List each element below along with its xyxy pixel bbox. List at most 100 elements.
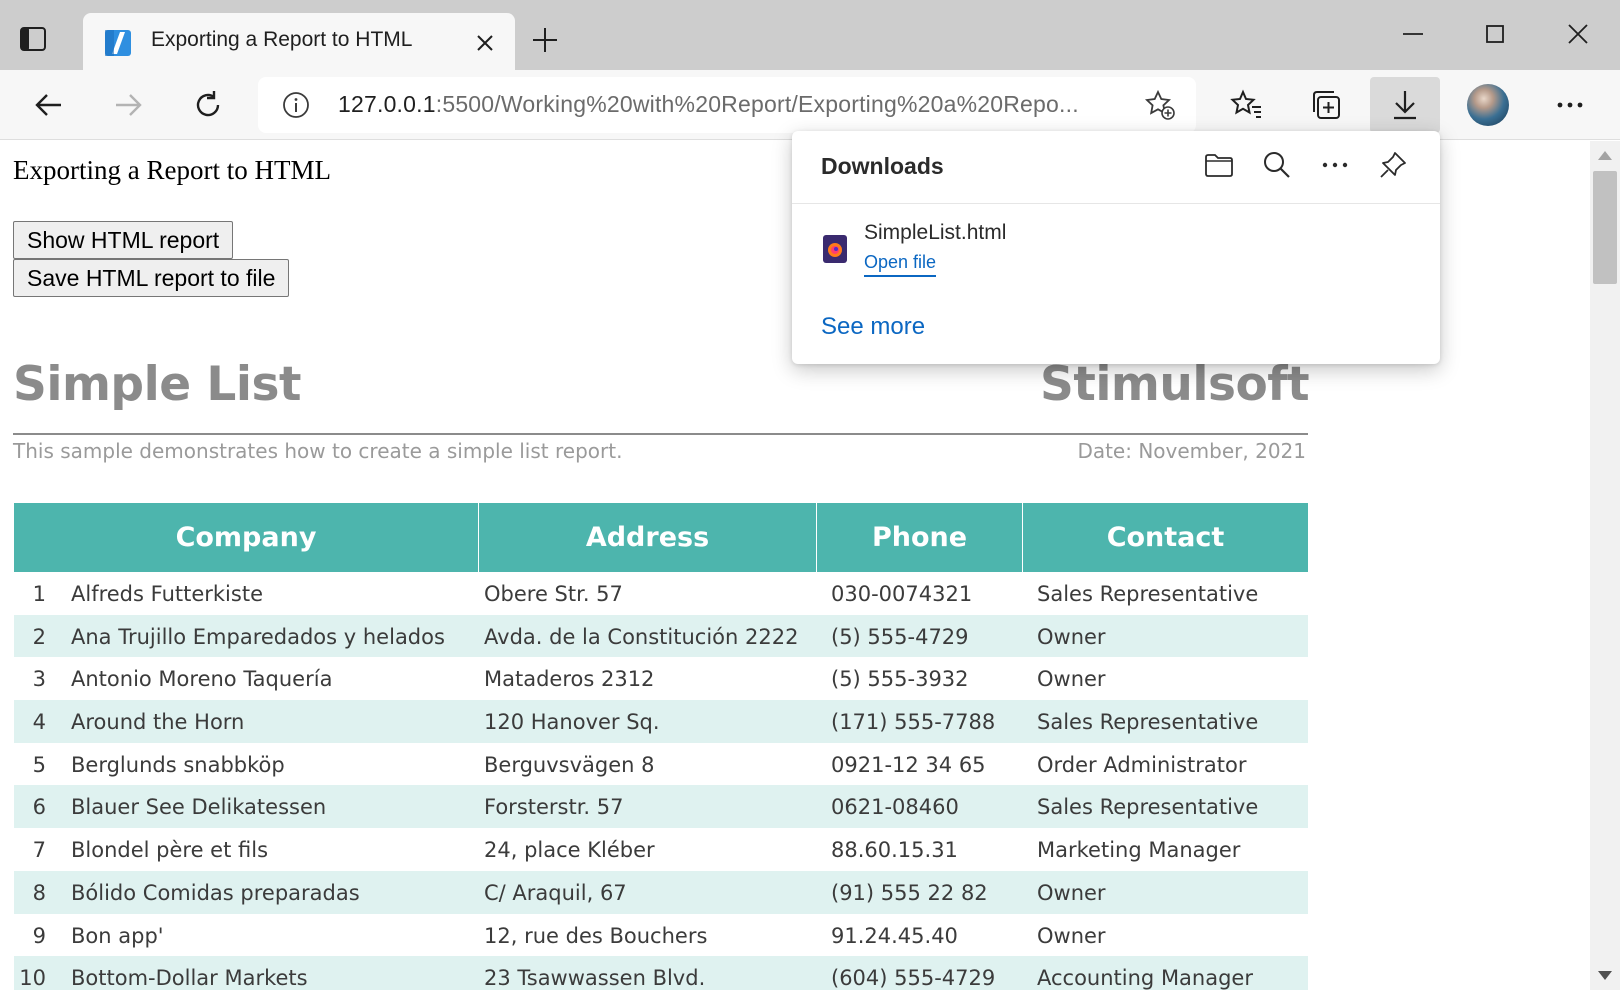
new-tab-icon[interactable] (530, 25, 560, 55)
company-cell: Alfreds Futterkiste (71, 582, 263, 606)
row-number: 5 (32, 752, 46, 777)
address-cell: 23 Tsawwassen Blvd. (484, 966, 706, 990)
column-header-company: Company (175, 522, 317, 553)
more-options-icon[interactable] (1319, 149, 1351, 181)
company-cell: Ana Trujillo Emparedados y helados (71, 624, 445, 649)
tab-title: Exporting a Report to HTML (151, 28, 413, 51)
contact-cell: Owner (1037, 923, 1106, 948)
address-cell: Avda. de la Constitución 2222 (484, 624, 799, 649)
refresh-icon[interactable] (191, 88, 225, 122)
open-folder-icon[interactable] (1203, 149, 1235, 181)
see-more-link[interactable]: See more (821, 313, 925, 341)
address-cell: 12, rue des Bouchers (484, 923, 708, 948)
more-options-icon[interactable] (1553, 88, 1587, 122)
table-row: 8 Bólido Comidas preparadas C/ Araquil, … (14, 870, 1308, 914)
phone-cell: (171) 555-7788 (831, 710, 996, 735)
company-cell: Bólido Comidas preparadas (71, 880, 360, 905)
row-number: 9 (32, 923, 46, 948)
download-file-name[interactable]: SimpleList.html (864, 221, 1006, 245)
report-brand: Stimulsoft (1040, 357, 1310, 412)
add-favorite-icon[interactable] (1144, 89, 1176, 121)
forward-icon[interactable] (111, 88, 145, 122)
report-date: Date: November, 2021 (1077, 439, 1306, 463)
column-header-phone: Phone (871, 522, 968, 553)
contact-cell: Sales Representative (1037, 582, 1259, 606)
search-icon[interactable] (1261, 149, 1293, 181)
collections-icon[interactable] (1309, 88, 1343, 122)
address-cell: Forsterstr. 57 (484, 795, 624, 820)
address-cell: Obere Str. 57 (484, 582, 623, 606)
contact-cell: Marketing Manager (1037, 838, 1241, 863)
close-window-icon[interactable] (1564, 20, 1592, 48)
open-file-link[interactable]: Open file (864, 252, 937, 277)
company-cell: Around the Horn (71, 710, 245, 735)
favorites-icon[interactable] (1230, 88, 1264, 122)
table-row: 6 Blauer See Delikatessen Forsterstr. 57… (14, 785, 1308, 829)
phone-cell: 91.24.45.40 (831, 923, 958, 948)
url-path: :5500/Working%20with%20Report/Exporting%… (435, 91, 1079, 117)
phone-cell: (604) 555-4729 (831, 966, 996, 990)
table-row: 5 Berglunds snabbköp Berguvsvägen 8 0921… (14, 743, 1308, 786)
contact-cell: Owner (1037, 667, 1106, 692)
table-header: Company Address Phone Contact (14, 503, 1308, 572)
downloads-flyout: Downloads SimpleList.html Open file See … (792, 131, 1440, 364)
table-row: 7 Blondel père et fils 24, place Kléber … (14, 828, 1308, 871)
scrollbar-thumb[interactable] (1593, 171, 1617, 284)
tab-actions-icon[interactable] (18, 24, 48, 54)
phone-cell: 0621-08460 (831, 795, 959, 820)
row-number: 3 (32, 667, 46, 692)
phone-cell: 0921-12 34 65 (831, 752, 986, 777)
contact-cell: Sales Representative (1037, 710, 1259, 735)
page-heading: Exporting a Report to HTML (13, 155, 331, 185)
address-bar[interactable]: 127.0.0.1:5500/Working%20with%20Report/E… (258, 77, 1196, 133)
contact-cell: Owner (1037, 880, 1106, 905)
company-cell: Blondel père et fils (71, 838, 269, 863)
browser-toolbar: 127.0.0.1:5500/Working%20with%20Report/E… (0, 70, 1620, 140)
address-cell: C/ Araquil, 67 (484, 880, 627, 905)
scroll-down-arrow-icon[interactable] (1598, 971, 1612, 980)
minimize-icon[interactable] (1399, 20, 1427, 48)
pin-icon[interactable] (1377, 149, 1409, 181)
url-text[interactable]: 127.0.0.1:5500/Working%20with%20Report/E… (338, 91, 1079, 118)
scroll-up-arrow-icon[interactable] (1598, 151, 1612, 160)
report-table: Company Address Phone Contact 1 Alfreds … (14, 503, 1308, 990)
close-tab-icon[interactable] (473, 31, 497, 55)
company-cell: Bon app' (71, 923, 164, 948)
active-tab[interactable]: Exporting a Report to HTML (83, 13, 515, 70)
phone-cell: 88.60.15.31 (831, 838, 958, 863)
downloads-button[interactable] (1370, 77, 1440, 133)
column-header-contact: Contact (1106, 522, 1225, 553)
report-title: Simple List (13, 357, 301, 412)
column-header-address: Address (585, 522, 710, 553)
table-row: 1 Alfreds Futterkiste Obere Str. 57 030-… (14, 572, 1308, 615)
maximize-icon[interactable] (1481, 20, 1509, 48)
table-row: 4 Around the Horn 120 Hanover Sq. (171) … (14, 700, 1308, 743)
profile-avatar[interactable] (1467, 84, 1509, 126)
report-subtitle: This sample demonstrates how to create a… (13, 439, 623, 463)
phone-cell: (91) 555 22 82 (831, 880, 988, 905)
table-row: 2 Ana Trujillo Emparedados y helados Avd… (14, 614, 1308, 658)
row-number: 4 (32, 710, 46, 735)
row-number: 1 (32, 582, 46, 606)
table-row: 9 Bon app' 12, rue des Bouchers 91.24.45… (14, 914, 1308, 957)
phone-cell: (5) 555-4729 (831, 624, 969, 649)
show-html-report-button[interactable]: Show HTML report (13, 221, 234, 259)
back-icon[interactable] (32, 88, 66, 122)
address-cell: Mataderos 2312 (484, 667, 655, 692)
report-divider (13, 433, 1308, 435)
contact-cell: Sales Representative (1037, 795, 1259, 820)
page-scrollbar[interactable] (1590, 141, 1620, 990)
company-cell: Bottom-Dollar Markets (71, 966, 308, 990)
save-html-report-button[interactable]: Save HTML report to file (13, 259, 290, 297)
contact-cell: Owner (1037, 624, 1106, 649)
company-cell: Antonio Moreno Taquería (71, 667, 333, 692)
flyout-divider (792, 203, 1440, 204)
company-cell: Blauer See Delikatessen (71, 795, 327, 820)
contact-cell: Accounting Manager (1037, 966, 1253, 990)
site-info-icon[interactable] (282, 91, 310, 119)
row-number: 10 (19, 966, 46, 990)
address-cell: Berguvsvägen 8 (484, 752, 655, 777)
phone-cell: 030-0074321 (831, 582, 973, 606)
table-row: 3 Antonio Moreno Taquería Mataderos 2312… (14, 657, 1308, 700)
row-number: 6 (32, 795, 46, 820)
